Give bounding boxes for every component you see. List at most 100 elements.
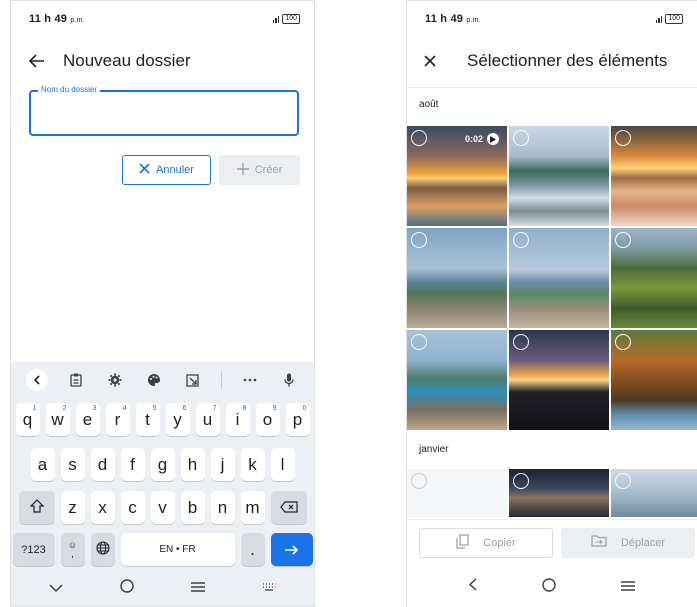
- key-i[interactable]: i8: [225, 403, 250, 436]
- photo-blue-lake-cliffs[interactable]: [407, 330, 507, 430]
- key-u[interactable]: u7: [195, 403, 220, 436]
- shift-key[interactable]: [18, 491, 55, 524]
- photo-green-valley-mountains[interactable]: [611, 228, 697, 328]
- key-o[interactable]: o9: [255, 403, 280, 436]
- key-d[interactable]: d: [90, 448, 115, 481]
- resize-icon[interactable]: [182, 369, 204, 391]
- create-button[interactable]: Créer: [219, 155, 300, 185]
- key-n[interactable]: n: [210, 491, 235, 524]
- photo-sunset-lake-video[interactable]: 0:02: [407, 126, 507, 226]
- home-icon[interactable]: [120, 578, 134, 598]
- menu-icon[interactable]: [190, 579, 205, 597]
- select-circle-icon[interactable]: [615, 334, 631, 350]
- folder-name-input[interactable]: [39, 104, 289, 119]
- back-arrow-icon[interactable]: [11, 43, 63, 79]
- select-circle-icon[interactable]: [411, 334, 427, 350]
- close-icon[interactable]: [407, 43, 453, 79]
- select-circle-icon[interactable]: [513, 334, 529, 350]
- chevron-left-icon[interactable]: [25, 369, 48, 391]
- copy-label: Copier: [483, 536, 516, 549]
- symbols-key[interactable]: ?123: [12, 533, 55, 566]
- move-label: Déplacer: [620, 536, 666, 549]
- key-e[interactable]: e3: [75, 403, 100, 436]
- clipboard-icon[interactable]: [65, 369, 87, 391]
- select-circle-icon[interactable]: [615, 473, 631, 489]
- key-q[interactable]: q1: [15, 403, 40, 436]
- key-k[interactable]: k: [240, 448, 265, 481]
- key-x[interactable]: x: [90, 491, 115, 524]
- cancel-button[interactable]: Annuler: [122, 155, 211, 185]
- key-label: x: [98, 497, 107, 517]
- shift-icon: [29, 498, 44, 518]
- enter-key[interactable]: [270, 533, 313, 566]
- key-p[interactable]: p0: [285, 403, 310, 436]
- key-l[interactable]: l: [270, 448, 295, 481]
- key-t[interactable]: t5: [135, 403, 160, 436]
- space-key[interactable]: EN • FR: [120, 533, 235, 566]
- folder-name-field[interactable]: Nom du dossier: [29, 85, 299, 136]
- comma-label: ,: [71, 548, 74, 560]
- select-circle-icon[interactable]: [411, 130, 427, 146]
- key-v[interactable]: v: [150, 491, 175, 524]
- photo-lake-horizon[interactable]: [611, 469, 697, 517]
- key-label: r: [114, 409, 121, 429]
- key-b[interactable]: b: [180, 491, 205, 524]
- home-icon[interactable]: [542, 577, 556, 597]
- create-label: Créer: [254, 164, 283, 176]
- key-label: s: [68, 454, 77, 474]
- menu-icon[interactable]: [620, 578, 635, 596]
- signal-icon: [655, 15, 663, 23]
- period-key[interactable]: .: [240, 533, 265, 566]
- key-c[interactable]: c: [120, 491, 145, 524]
- section-label-january: janvier: [419, 444, 449, 455]
- key-label: b: [187, 497, 198, 517]
- key-g[interactable]: g: [150, 448, 175, 481]
- key-label: o: [262, 409, 273, 429]
- palette-icon[interactable]: [143, 369, 165, 391]
- select-circle-icon[interactable]: [411, 473, 427, 489]
- emoji-comma-key[interactable]: ☺ ,: [60, 533, 85, 566]
- key-a[interactable]: a: [30, 448, 55, 481]
- photo-misty-lake-waterfall[interactable]: [509, 126, 609, 226]
- select-circle-icon[interactable]: [615, 232, 631, 248]
- copy-button[interactable]: Copier: [419, 527, 553, 558]
- keyboard-icon[interactable]: [262, 579, 276, 597]
- photo-dark-blurred-shot[interactable]: [509, 469, 609, 517]
- key-f[interactable]: f: [120, 448, 145, 481]
- select-circle-icon[interactable]: [513, 473, 529, 489]
- chevron-down-icon[interactable]: [49, 579, 63, 597]
- select-circle-icon[interactable]: [513, 232, 529, 248]
- phone-new-folder: 11 h 49 p.m. 100 Nouveau dossier Nom du …: [10, 0, 315, 607]
- key-label: v: [158, 497, 167, 517]
- phone-select-items: 11 h 49 p.m. 100 Sélectionner des élémen…: [406, 0, 697, 607]
- photo-lake-rocks-overlook[interactable]: [407, 228, 507, 328]
- select-circle-icon[interactable]: [411, 232, 427, 248]
- photo-lake-rocks-overlook-2[interactable]: [509, 228, 609, 328]
- photo-coastline-sunset[interactable]: [509, 330, 609, 430]
- back-icon[interactable]: [469, 578, 477, 596]
- photo-pine-forest-lake[interactable]: [611, 330, 697, 430]
- key-y[interactable]: y6: [165, 403, 190, 436]
- more-icon[interactable]: [239, 369, 261, 391]
- key-z[interactable]: z: [60, 491, 85, 524]
- key-label: m: [245, 497, 260, 517]
- mic-icon[interactable]: [278, 369, 300, 391]
- key-label: l: [280, 454, 285, 474]
- photo-snowy-sunset-field[interactable]: [611, 126, 697, 226]
- key-r[interactable]: r4: [105, 403, 130, 436]
- select-circle-icon[interactable]: [615, 130, 631, 146]
- globe-key[interactable]: [90, 533, 115, 566]
- settings-icon[interactable]: [104, 369, 126, 391]
- key-w[interactable]: w2: [45, 403, 70, 436]
- photo-screenshot-thumb[interactable]: [407, 469, 507, 517]
- key-hint: 3: [92, 405, 97, 412]
- key-s[interactable]: s: [60, 448, 85, 481]
- key-hint: 4: [122, 405, 127, 412]
- move-button[interactable]: Déplacer: [561, 527, 695, 558]
- select-circle-icon[interactable]: [513, 130, 529, 146]
- key-label: i: [235, 409, 240, 429]
- key-h[interactable]: h: [180, 448, 205, 481]
- backspace-key[interactable]: [270, 491, 307, 524]
- key-j[interactable]: j: [210, 448, 235, 481]
- key-m[interactable]: m: [240, 491, 265, 524]
